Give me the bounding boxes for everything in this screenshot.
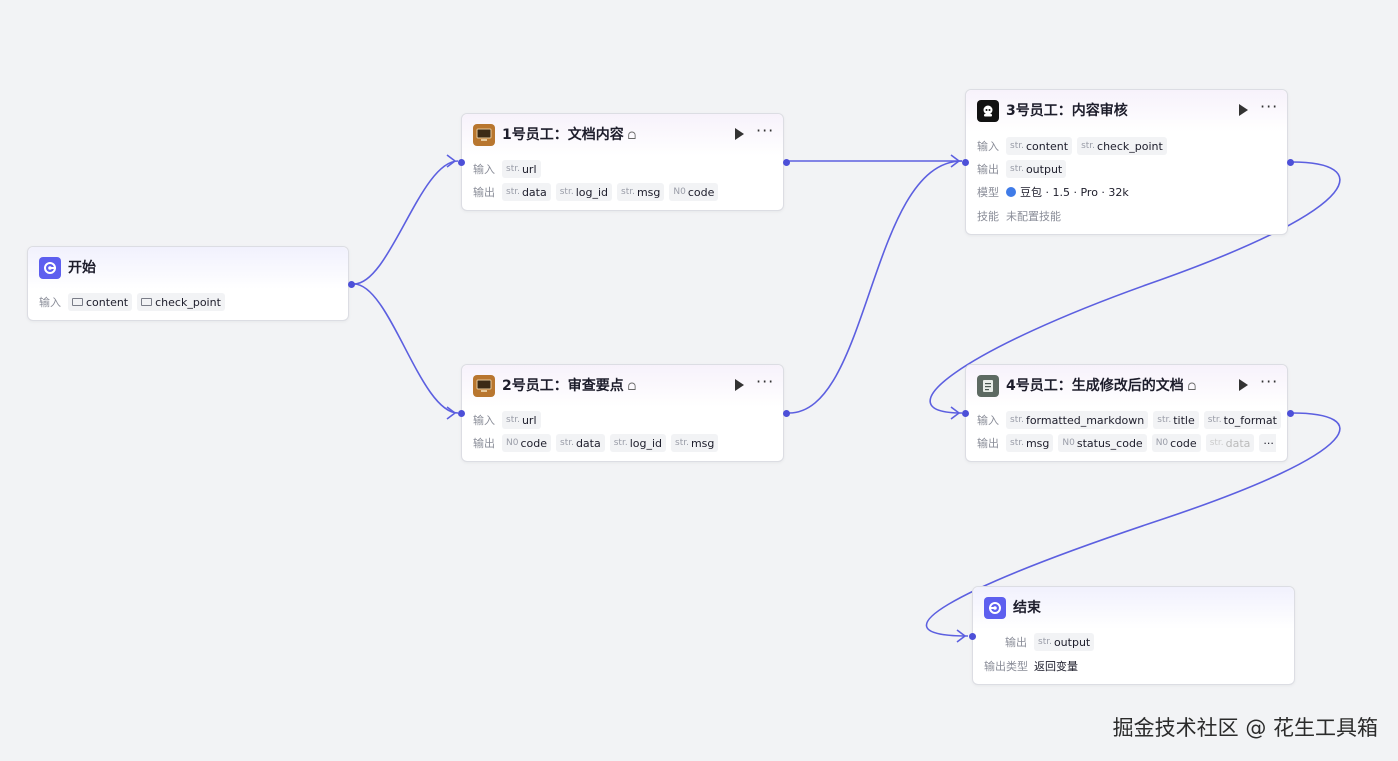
input-chip: str. url xyxy=(502,160,541,178)
output-label: 输出 xyxy=(473,186,495,199)
output-chip: str. log_id xyxy=(555,183,612,201)
output-row: 输出 str. output xyxy=(1005,633,1099,651)
output-chip: str. data xyxy=(502,183,551,201)
input-chip: str. to_format xyxy=(1203,411,1281,429)
output-chip: str. log_id xyxy=(609,434,666,452)
output-row: 输出 str. msg N0 status_code N0 code str. data… xyxy=(977,434,1276,452)
output-chip: N0 code xyxy=(669,183,719,201)
output-label: 输出 xyxy=(473,437,495,450)
node-title: 开始 xyxy=(68,260,96,276)
end-node[interactable]: 结束 输出 str. output 输出类型 返回变量 xyxy=(969,586,1295,685)
node-title: 1号员工：文档内容 ᗝ xyxy=(502,127,637,143)
output-chip: str. output xyxy=(1006,160,1067,178)
skill-row: 技能 未配置技能 xyxy=(977,207,1061,225)
edge-start-emp2 xyxy=(353,283,459,414)
employee-1-node[interactable]: 1号员工：文档内容 ᗝ ··· 输入 str. url 输出 str. data st… xyxy=(458,113,790,211)
start-node[interactable]: 开始 输入 content check_point xyxy=(27,246,355,321)
output-label: 输出 xyxy=(977,437,999,450)
input-chip: str. check_point xyxy=(1077,137,1167,155)
employee-3-node[interactable]: 3号员工：内容审核 ··· 输入 str. content str. check_p… xyxy=(962,89,1294,235)
input-port[interactable] xyxy=(962,159,969,166)
plugin-icon xyxy=(473,375,495,397)
output-port[interactable] xyxy=(783,159,790,166)
output-row: 输出 N0 code str. data str. log_id str. msg xyxy=(473,434,723,452)
input-label: 输入 xyxy=(473,414,495,427)
output-row: 输出 str. output xyxy=(977,160,1071,178)
end-icon xyxy=(984,597,1006,619)
folder-icon xyxy=(141,298,153,306)
more-icon[interactable]: ··· xyxy=(756,372,774,392)
input-row: 输入 content check_point xyxy=(39,293,230,311)
model-label: 模型 xyxy=(977,186,999,199)
output-label: 输出 xyxy=(1005,636,1027,649)
input-port[interactable] xyxy=(458,159,465,166)
input-chip: check_point xyxy=(137,293,225,311)
employee-2-node[interactable]: 2号员工：审查要点 ᗝ ··· 输入 str. url 输出 N0 code str.… xyxy=(458,364,790,462)
input-label: 输入 xyxy=(39,296,61,309)
output-port[interactable] xyxy=(1287,159,1294,166)
edge-start-emp1 xyxy=(353,160,459,285)
output-chip: str. msg xyxy=(1006,434,1054,452)
input-chip: str. content xyxy=(1006,137,1073,155)
start-icon xyxy=(39,257,61,279)
overflow-indicator[interactable]: ··· xyxy=(1259,434,1276,452)
input-chip: str. title xyxy=(1153,411,1199,429)
input-row: 输入 str. url xyxy=(473,160,546,178)
more-icon[interactable]: ··· xyxy=(1260,372,1278,392)
input-chip: str. formatted_markdown xyxy=(1006,411,1149,429)
output-chip: str. data xyxy=(1205,434,1255,452)
output-row: 输出 str. data str. log_id str. msg N0 code xyxy=(473,183,723,201)
model-row: 模型 豆包 · 1.5 · Pro · 32k xyxy=(977,183,1129,201)
skill-value: 未配置技能 xyxy=(1006,210,1061,223)
output-chip: str. output xyxy=(1034,633,1095,651)
output-chip: str. msg xyxy=(617,183,665,201)
plugin-icon xyxy=(473,124,495,146)
employee-4-node[interactable]: 4号员工：生成修改后的文档 ᗝ ··· 输入 str. formatted_mark… xyxy=(962,364,1294,462)
input-label: 输入 xyxy=(977,140,999,153)
node-title: 3号员工：内容审核 xyxy=(1006,103,1128,119)
input-row: 输入 str. content str. check_point xyxy=(977,137,1172,155)
input-port[interactable] xyxy=(458,410,465,417)
node-title: 结束 xyxy=(1013,600,1041,616)
folder-icon xyxy=(72,298,83,306)
input-label: 输入 xyxy=(977,414,999,427)
input-label: 输入 xyxy=(473,163,495,176)
output-chip: str. data xyxy=(556,434,605,452)
input-row: 输入 str. url xyxy=(473,411,546,429)
lock-icon: ᗝ xyxy=(1187,382,1197,393)
node-title: 2号员工：审查要点 ᗝ xyxy=(502,378,637,394)
output-chip: str. msg xyxy=(671,434,719,452)
input-port[interactable] xyxy=(969,633,976,640)
llm-icon xyxy=(977,100,999,122)
input-row: 输入 str. formatted_markdown str. title str.… xyxy=(977,411,1286,429)
input-chip: str. url xyxy=(502,411,541,429)
output-chip: N0 status_code xyxy=(1058,434,1147,452)
play-icon[interactable] xyxy=(735,128,744,140)
more-icon[interactable]: ··· xyxy=(1260,97,1278,117)
output-chip: N0 code xyxy=(1151,434,1201,452)
edge-emp2-emp3 xyxy=(788,160,963,414)
output-port[interactable] xyxy=(348,281,355,288)
output-port[interactable] xyxy=(783,410,790,417)
doubao-model-icon xyxy=(1006,187,1016,197)
model-name: 豆包 · 1.5 · Pro · 32k xyxy=(1020,186,1129,199)
document-tool-icon xyxy=(977,375,999,397)
node-title: 4号员工：生成修改后的文档 ᗝ xyxy=(1006,378,1197,394)
lock-icon: ᗝ xyxy=(627,131,637,142)
lock-icon: ᗝ xyxy=(627,382,637,393)
play-icon[interactable] xyxy=(1239,379,1248,391)
output-type-label: 输出类型 xyxy=(984,660,1028,673)
output-type-row: 输出类型 返回变量 xyxy=(984,657,1078,675)
output-chip: N0 code xyxy=(502,434,551,452)
watermark: 掘金技术社区 @ 花生工具箱 xyxy=(1112,716,1378,740)
input-port[interactable] xyxy=(962,410,969,417)
input-chip: content xyxy=(68,293,133,311)
output-label: 输出 xyxy=(977,163,999,176)
play-icon[interactable] xyxy=(1239,104,1248,116)
play-icon[interactable] xyxy=(735,379,744,391)
output-port[interactable] xyxy=(1287,410,1294,417)
skill-label: 技能 xyxy=(977,210,999,223)
more-icon[interactable]: ··· xyxy=(756,121,774,141)
output-type-value: 返回变量 xyxy=(1034,660,1078,673)
